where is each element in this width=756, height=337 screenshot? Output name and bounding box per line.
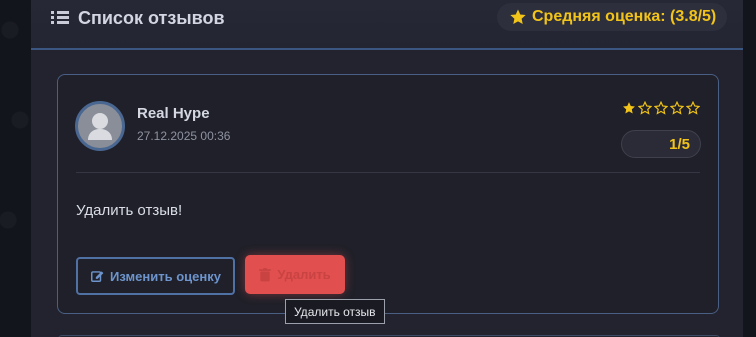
- list-icon: [51, 11, 69, 25]
- star-empty-icon: [686, 101, 700, 115]
- background-pattern-right: [743, 0, 756, 337]
- user-silhouette-icon: [88, 113, 112, 140]
- rating-stars: [622, 101, 700, 115]
- delete-review-label: Удалить: [277, 267, 331, 282]
- review-card: Real Hype 27.12.2025 00:36 1/5 Удалить о…: [57, 74, 719, 314]
- rating-score: 1/5: [621, 130, 701, 158]
- delete-tooltip: Удалить отзыв: [285, 299, 385, 324]
- edit-rating-label: Изменить оценку: [110, 268, 221, 284]
- divider: [76, 172, 700, 173]
- page-title: Список отзывов: [51, 6, 225, 30]
- star-filled-icon: [623, 102, 635, 114]
- star-empty-icon: [638, 101, 652, 115]
- reviewer-name: Real Hype: [137, 105, 210, 122]
- edit-rating-button[interactable]: Изменить оценку: [76, 257, 235, 295]
- star-empty-icon: [670, 101, 684, 115]
- background-pattern-left: [0, 0, 31, 337]
- average-rating-text: Средняя оценка: (3.8/5): [532, 8, 717, 25]
- page-title-text: Список отзывов: [78, 7, 225, 28]
- star-empty-icon: [654, 101, 668, 115]
- average-rating-badge: Средняя оценка: (3.8/5): [497, 3, 728, 31]
- star-icon: [510, 9, 526, 25]
- trash-icon: [259, 267, 272, 281]
- delete-review-button[interactable]: Удалить: [245, 255, 345, 294]
- reviews-panel: Список отзывов Средняя оценка: (3.8/5) R…: [31, 0, 743, 337]
- avatar: [75, 101, 125, 151]
- panel-header: Список отзывов Средняя оценка: (3.8/5): [31, 0, 743, 50]
- review-text: Удалить отзыв!: [76, 202, 183, 219]
- edit-icon: [91, 271, 104, 282]
- review-date: 27.12.2025 00:36: [137, 129, 231, 143]
